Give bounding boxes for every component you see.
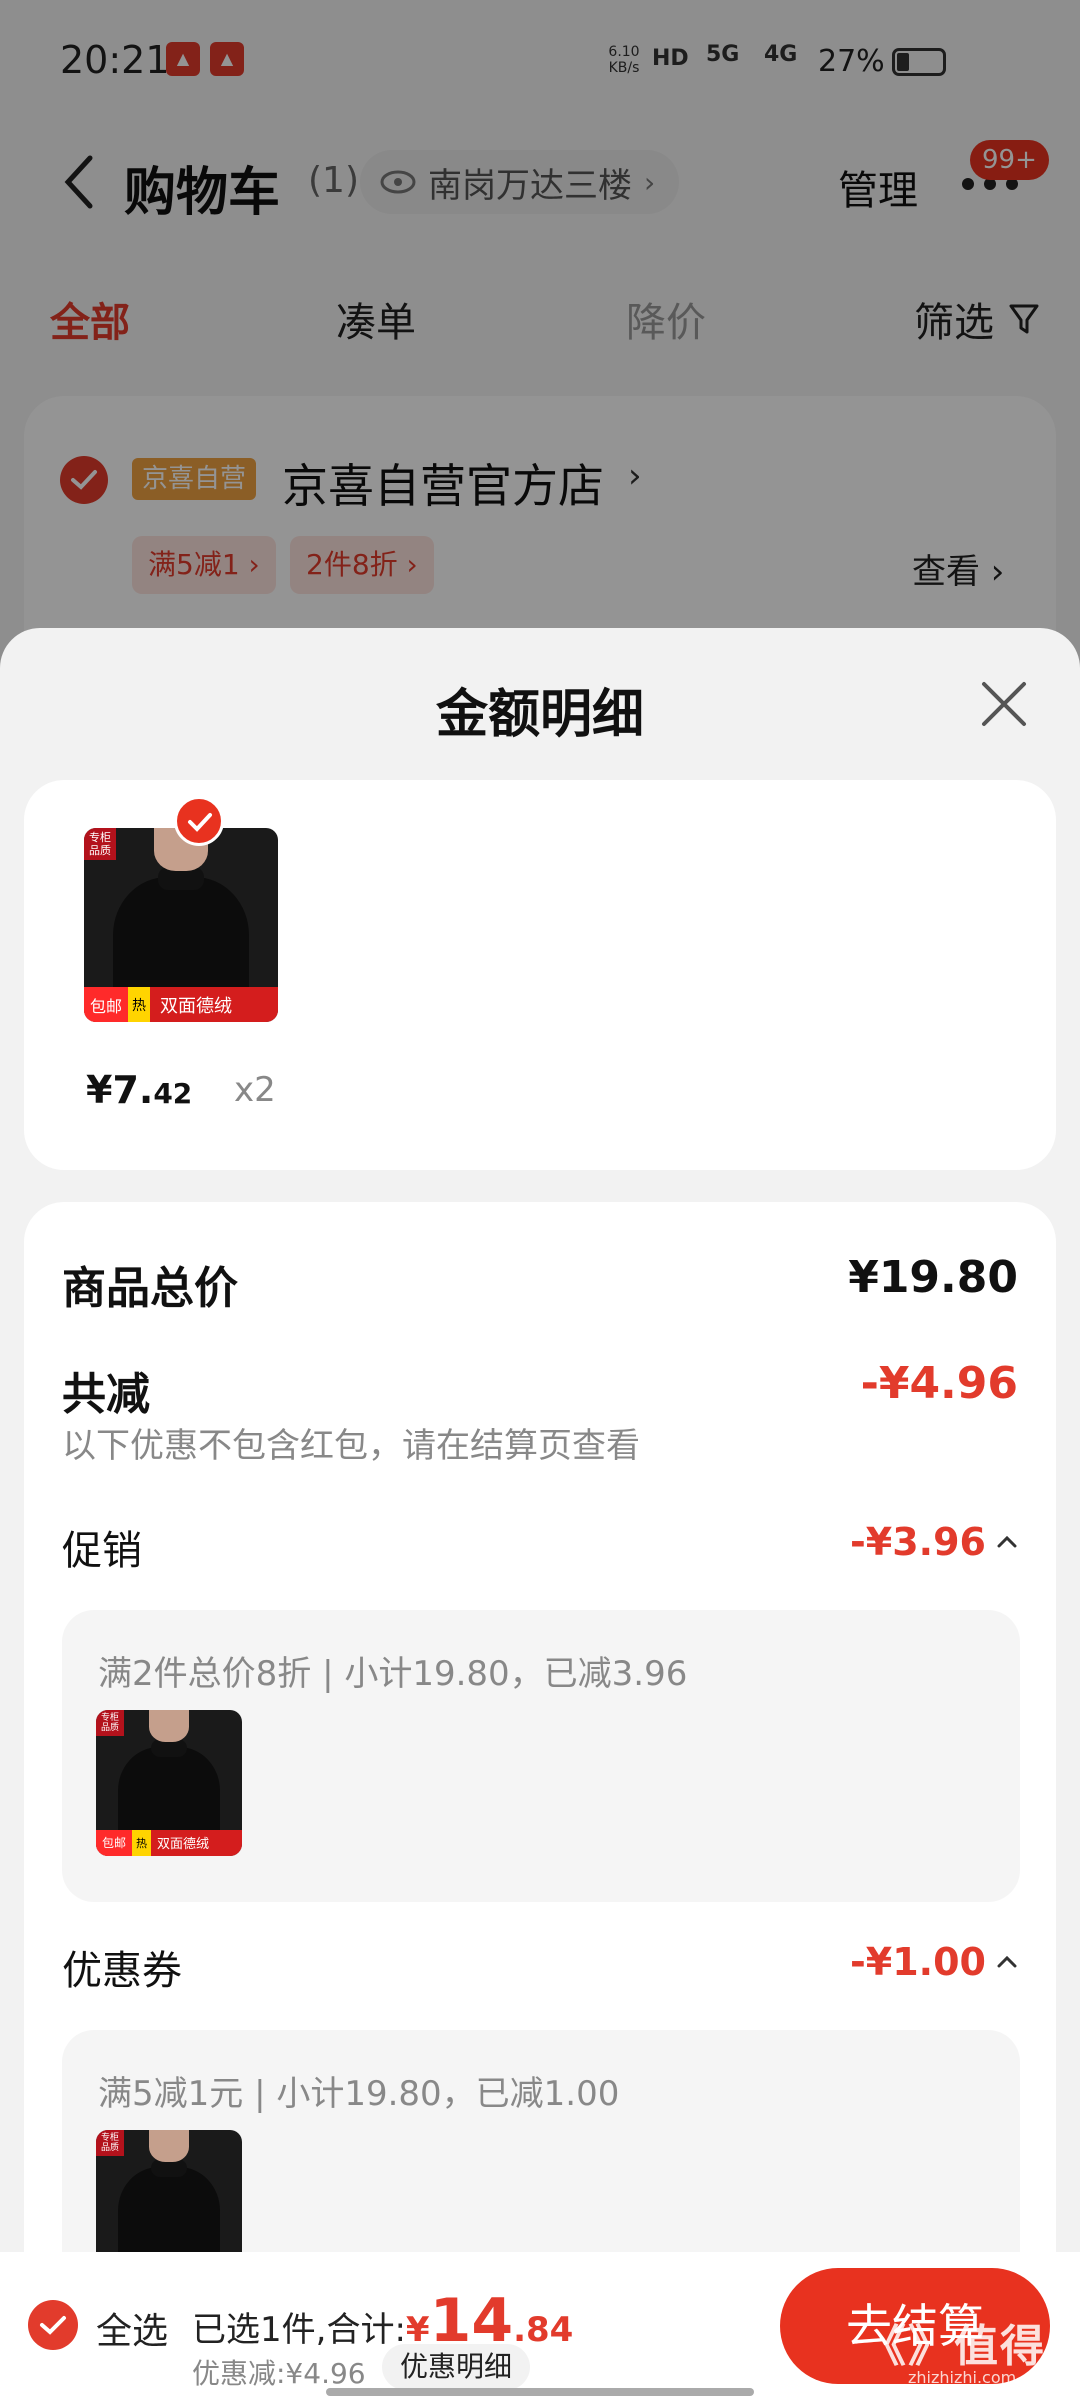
summary-text: 已选1件,合计: [192,2310,406,2350]
sheet-title: 金额明细 [435,685,644,745]
price-decimal: 42 [153,1077,193,1110]
chevron-up-icon [997,1535,1017,1548]
coupon-value: -¥1.00 [850,1940,986,1984]
product-image [148,1710,190,1743]
product-checkbox[interactable] [174,796,224,846]
banner-title: 双面德绒 [157,1837,210,1853]
amount-detail-sheet: 金额明细 专柜 品质 包邮 热 双面德绒 ¥7.42 x2 商品总价 ¥19.80… [0,628,1080,2400]
banner-title: 双面德绒 [160,995,233,1017]
promo-product-thumbnail[interactable]: 专柜 品质 包邮 热 双面德绒 [96,1710,242,1856]
close-icon[interactable] [978,678,1030,730]
checkmark-icon [188,813,212,832]
product-thumbnail[interactable]: 专柜 品质 包邮 热 双面德绒 [84,828,278,1022]
banner-hot: 热 [132,1829,152,1856]
promo-label: 促销 [62,1528,142,1574]
thumb-corner-tag: 专柜 品质 [84,828,116,860]
banner-free-shipping: 包邮 [84,987,129,1022]
banner-hot: 热 [128,987,151,1022]
coupon-label: 优惠券 [62,1948,182,1994]
coupon-toggle[interactable]: -¥1.00 [850,1940,1018,1984]
thumb-corner-tag: 专柜 品质 [96,2130,125,2156]
total-value: ¥19.80 [848,1252,1018,1303]
select-all-label[interactable]: 全选 [96,2302,168,2354]
discount-note: 优惠减:¥4.96 [192,2357,366,2390]
reduce-label: 共减 [62,1369,150,1420]
product-card: 专柜 品质 包邮 热 双面德绒 ¥7.42 x2 [24,780,1056,1170]
thumb-corner-tag: 专柜 品质 [96,1710,125,1736]
product-price: ¥7.42 [86,1068,192,1112]
promo-detail-box: 满2件总价8折 | 小计19.80，已减3.96 专柜 品质 包邮 热 双面德绒 [62,1610,1020,1902]
price-detail-card: 商品总价 ¥19.80 共减 -¥4.96 以下优惠不包含红包，请在结算页查看 … [24,1202,1056,2400]
watermark-url: zhizhizhi.com [908,2368,1017,2387]
thumb-banner: 包邮 热 双面德绒 [84,987,278,1022]
home-indicator[interactable] [326,2388,754,2396]
chevron-up-icon [997,1955,1017,1968]
discount-detail-button[interactable]: 优惠明细 [382,2344,531,2390]
promo-value: -¥3.96 [850,1520,986,1564]
total-decimal: .84 [513,2310,574,2350]
promo-toggle[interactable]: -¥3.96 [850,1520,1018,1564]
price-integer: ¥7. [86,1068,154,1112]
checkmark-icon [40,2316,66,2335]
promo-detail-text: 满2件总价8折 | 小计19.80，已减3.96 [98,1654,688,1694]
product-image [148,2130,190,2163]
banner-free-shipping: 包邮 [96,1829,133,1856]
product-quantity: x2 [234,1070,276,1110]
reduce-value: -¥4.96 [860,1358,1018,1409]
total-label: 商品总价 [62,1263,238,1314]
reduce-note: 以下优惠不包含红包，请在结算页查看 [62,1426,640,1466]
thumb-banner: 包邮 热 双面德绒 [96,1829,242,1856]
select-all-checkbox[interactable] [28,2300,78,2350]
coupon-detail-text: 满5减1元 | 小计19.80，已减1.00 [98,2074,620,2114]
